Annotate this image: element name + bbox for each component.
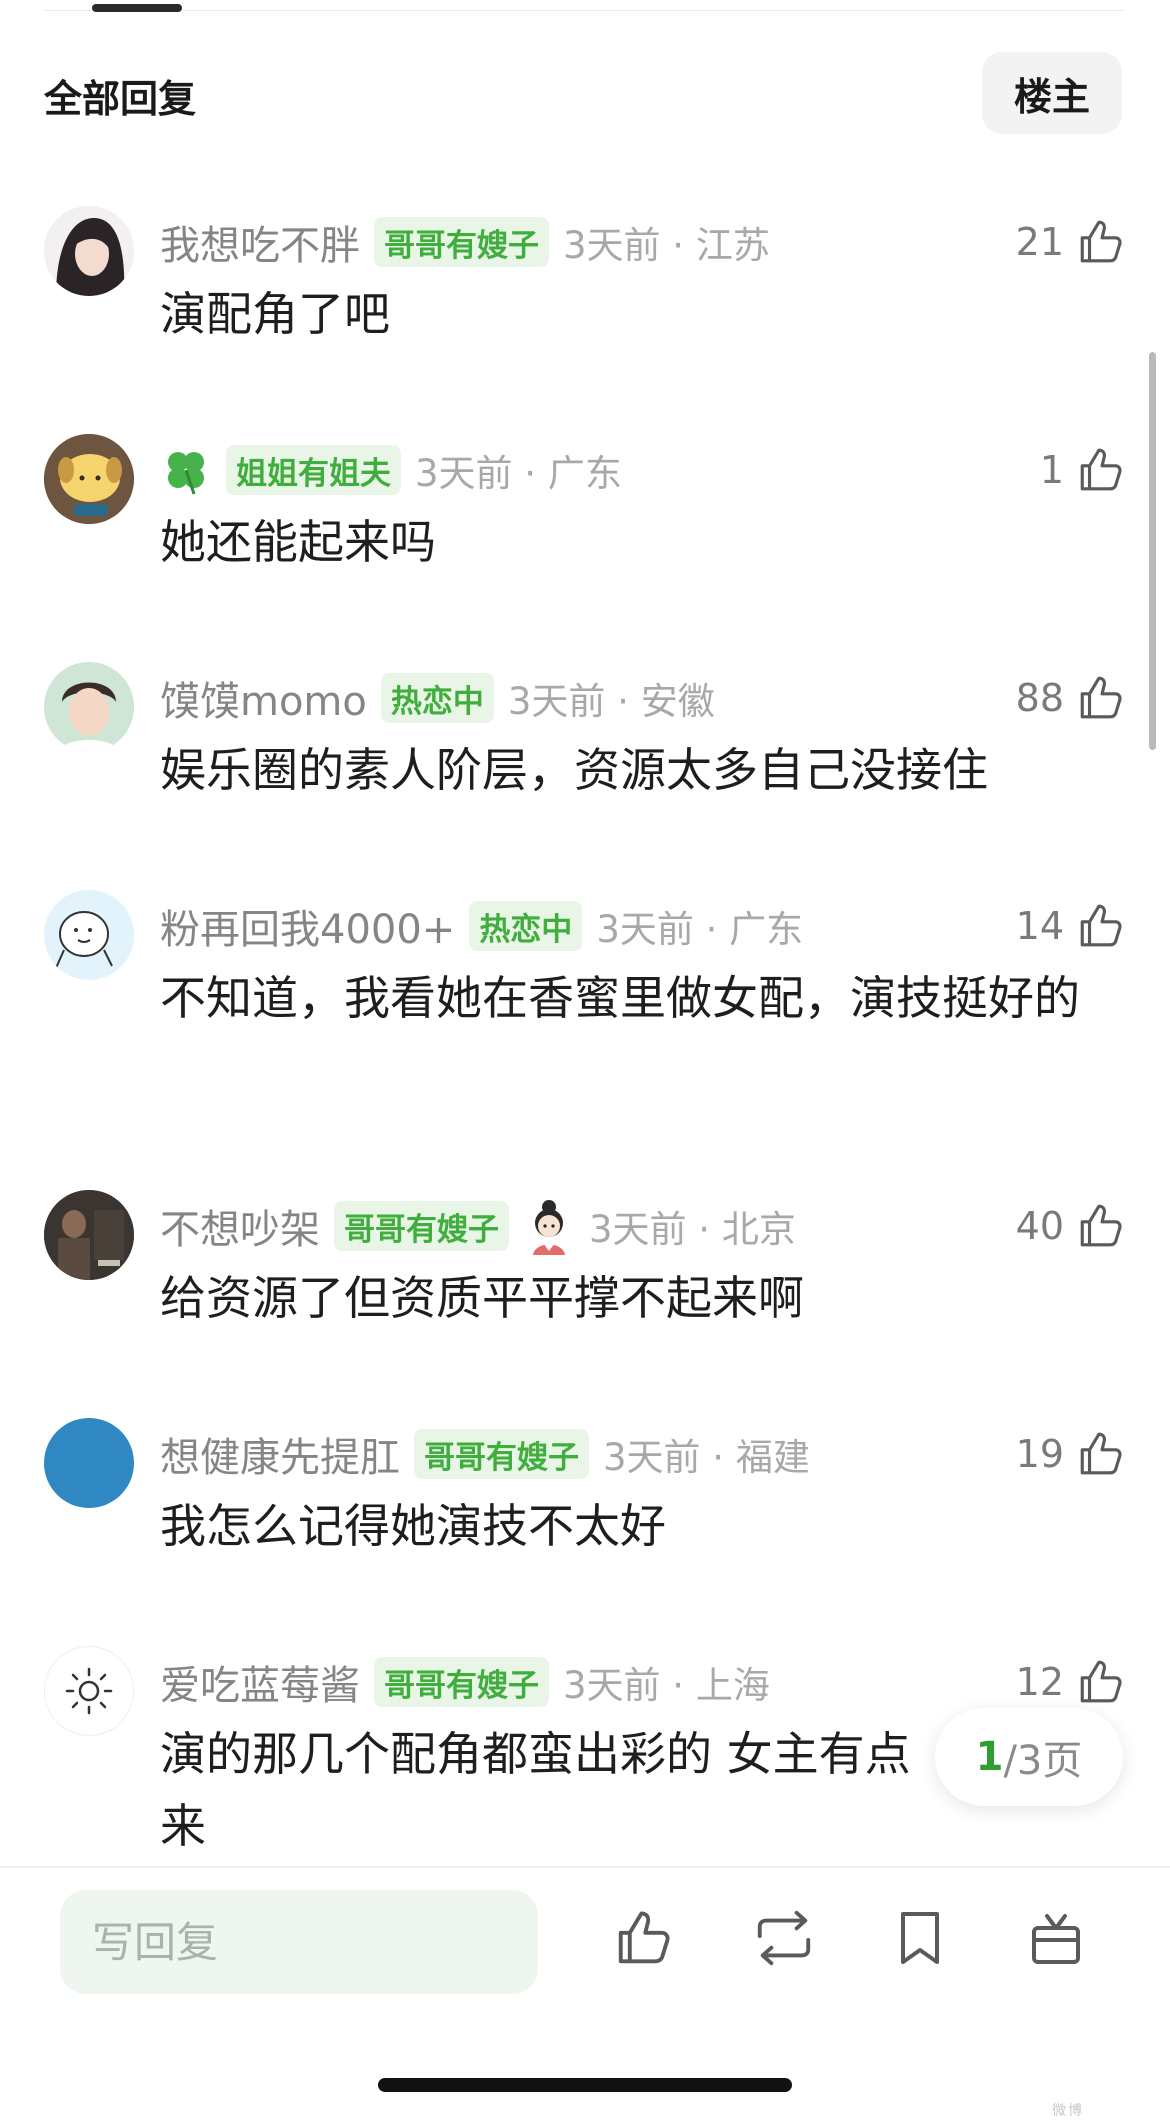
like-count: 21 <box>1015 220 1064 264</box>
like-button[interactable]: 1 <box>1040 440 1126 500</box>
username[interactable]: 不想吵架 <box>160 1197 320 1255</box>
bottom-action-bar: 微博 <box>0 1866 1170 2120</box>
thumbs-up-icon <box>1080 1204 1122 1247</box>
scrollbar[interactable] <box>1149 352 1156 750</box>
total-pages: /3页 <box>1003 1738 1083 1784</box>
comment-text-line: 来 <box>160 1799 206 1853</box>
like-button[interactable]: 21 <box>1016 212 1126 272</box>
thumbs-up-icon <box>1080 448 1122 491</box>
active-tab-indicator <box>92 4 182 12</box>
username[interactable]: 粉再回我4000+ <box>160 897 455 955</box>
fan-badge: 哥哥有嫂子 <box>374 1657 549 1707</box>
timestamp-location: 3天前 · 上海 <box>563 1664 770 1707</box>
like-count: 40 <box>1015 1204 1064 1248</box>
avatar[interactable] <box>44 1190 134 1280</box>
fan-badge: 哥哥有嫂子 <box>414 1429 589 1479</box>
avatar[interactable] <box>44 662 134 752</box>
timestamp-location: 3天前 · 江苏 <box>563 224 770 267</box>
fan-badge: 姐姐有姐夫 <box>226 445 401 495</box>
top-divider <box>44 10 1124 11</box>
username[interactable]: 爱吃蓝莓酱 <box>160 1653 360 1711</box>
like-button[interactable]: 40 <box>1016 1196 1126 1256</box>
avatar[interactable] <box>44 1646 134 1736</box>
timestamp-location: 3天前 · 广东 <box>596 908 804 951</box>
like-count: 88 <box>1015 676 1064 720</box>
four-leaf-clover-icon <box>168 452 204 495</box>
like-button[interactable]: 14 <box>1016 896 1126 956</box>
fan-badge: 热恋中 <box>469 901 583 951</box>
timestamp-location: 3天前 · 北京 <box>589 1208 796 1251</box>
like-action-button[interactable] <box>612 1906 676 1970</box>
comment-text: 她还能起来吗 <box>160 515 436 569</box>
owner-filter-button[interactable]: 楼主 <box>982 52 1122 134</box>
username[interactable]: 我想吃不胖 <box>160 213 360 271</box>
gift-icon <box>1032 1914 1080 1964</box>
comment-text: 我怎么记得她演技不太好 <box>160 1499 666 1553</box>
like-button[interactable]: 19 <box>1016 1424 1126 1484</box>
current-page: 1 <box>975 1734 1004 1780</box>
gift-button[interactable] <box>1024 1906 1088 1970</box>
like-button[interactable]: 88 <box>1016 668 1126 728</box>
like-count: 14 <box>1015 904 1064 948</box>
comment-text: 娱乐圈的素人阶层，资源太多自己没接住 <box>160 743 988 797</box>
like-count: 19 <box>1015 1432 1064 1476</box>
avatar[interactable] <box>44 1418 134 1508</box>
bookmark-icon <box>901 1912 939 1964</box>
comment-text: 不知道，我看她在香蜜里做女配，演技挺好的 <box>160 971 1080 1025</box>
watermark: 微博 <box>1052 2103 1084 2119</box>
like-count: 12 <box>1015 1660 1064 1704</box>
fan-badge: 热恋中 <box>380 673 494 723</box>
username[interactable]: 想健康先提肛 <box>160 1425 400 1483</box>
timestamp-location: 3天前 · 安徽 <box>507 680 715 723</box>
home-indicator <box>378 2078 792 2092</box>
reply-input[interactable] <box>60 1890 538 1994</box>
username[interactable]: 馍馍momo <box>160 669 367 727</box>
thumbs-up-icon <box>1080 1432 1122 1475</box>
timestamp-location: 3天前 · 广东 <box>415 452 622 495</box>
girl-sticker-icon <box>533 1200 565 1255</box>
comment-text: 演配角了吧 <box>160 287 390 341</box>
repost-icon <box>757 1910 811 1966</box>
thumbs-up-icon <box>1080 1660 1122 1703</box>
repost-button[interactable] <box>752 1906 816 1970</box>
like-count: 1 <box>1039 448 1064 492</box>
thumbs-up-icon <box>1080 904 1122 947</box>
comment-text: 给资源了但资质平平撑不起来啊 <box>160 1271 804 1325</box>
thumbs-up-icon <box>1080 676 1122 719</box>
fan-badge: 哥哥有嫂子 <box>334 1201 509 1251</box>
page-indicator[interactable]: 1 /3页 <box>935 1708 1123 1806</box>
thumbs-up-icon <box>618 1911 670 1964</box>
thumbs-up-icon <box>1080 220 1122 263</box>
avatar[interactable] <box>44 434 134 524</box>
avatar[interactable] <box>44 890 134 980</box>
fan-badge: 哥哥有嫂子 <box>374 217 549 267</box>
like-button[interactable]: 12 <box>1016 1652 1126 1712</box>
avatar[interactable] <box>44 206 134 296</box>
section-title: 全部回复 <box>44 77 197 121</box>
timestamp-location: 3天前 · 福建 <box>603 1436 810 1479</box>
bookmark-button[interactable] <box>888 1906 952 1970</box>
